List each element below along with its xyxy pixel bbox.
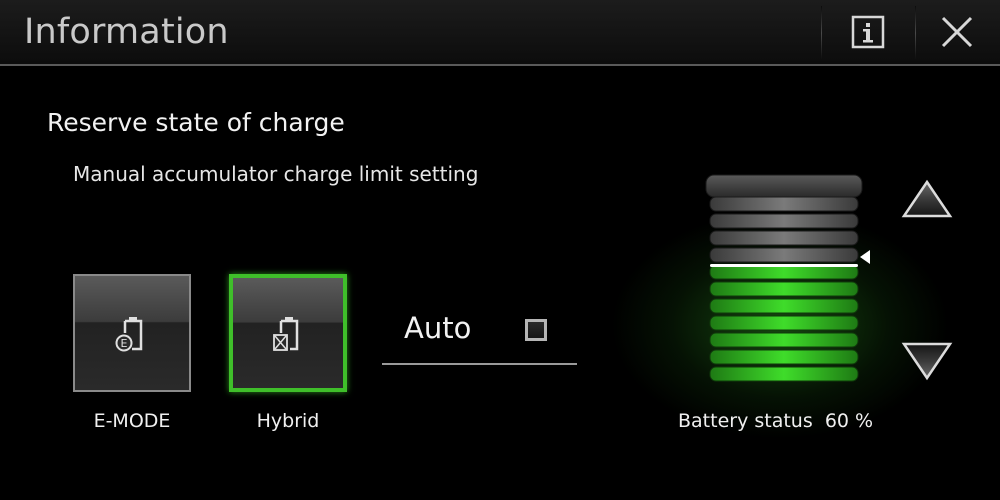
battery-segment-empty — [709, 213, 859, 229]
battery-segment-charged — [709, 332, 859, 348]
auto-label: Auto — [404, 311, 472, 345]
decrease-button[interactable] — [900, 338, 954, 382]
auto-checkbox[interactable] — [525, 319, 547, 341]
hybrid-button[interactable] — [229, 274, 347, 392]
battery-segment-charged — [709, 315, 859, 331]
section-title: Reserve state of charge — [47, 108, 345, 137]
hybrid-label: Hybrid — [256, 410, 320, 432]
charge-level-line — [710, 264, 858, 267]
section-subtitle: Manual accumulator charge limit setting — [73, 162, 479, 186]
battery-segment-charged — [709, 281, 859, 297]
battery-hybrid-icon — [273, 317, 299, 351]
info-button[interactable] — [823, 0, 913, 64]
battery-segment-charged — [709, 264, 859, 280]
battery-segment-charged — [709, 366, 859, 382]
info-icon — [851, 15, 885, 49]
header-divider — [821, 6, 822, 60]
triangle-down-icon — [901, 342, 953, 381]
header-bar: Information — [0, 0, 1000, 66]
triangle-up-icon — [901, 179, 953, 218]
information-screen: Information Reserve state of charge Manu… — [0, 0, 1000, 500]
battery-segment-charged — [709, 349, 859, 365]
charge-limit-marker — [860, 250, 870, 264]
battery-segment-charged — [709, 298, 859, 314]
battery-e-icon: E — [115, 317, 143, 352]
battery-cap — [705, 174, 863, 198]
close-icon — [941, 16, 973, 48]
auto-toggle[interactable]: Auto — [382, 305, 577, 365]
increase-button[interactable] — [900, 178, 954, 222]
battery-segment-empty — [709, 247, 859, 263]
close-button[interactable] — [914, 0, 1000, 64]
battery-stack — [705, 174, 863, 382]
page-title: Information — [24, 12, 229, 52]
battery-status-value: 60 % — [824, 410, 874, 432]
e-mode-button[interactable]: E — [73, 274, 191, 392]
battery-status-label: Battery status — [678, 410, 813, 432]
battery-status: Battery status 60 % — [678, 410, 873, 432]
battery-segment-empty — [709, 196, 859, 212]
battery-segment-empty — [709, 230, 859, 246]
svg-text:E: E — [121, 337, 128, 350]
e-mode-label: E-MODE — [93, 410, 171, 432]
